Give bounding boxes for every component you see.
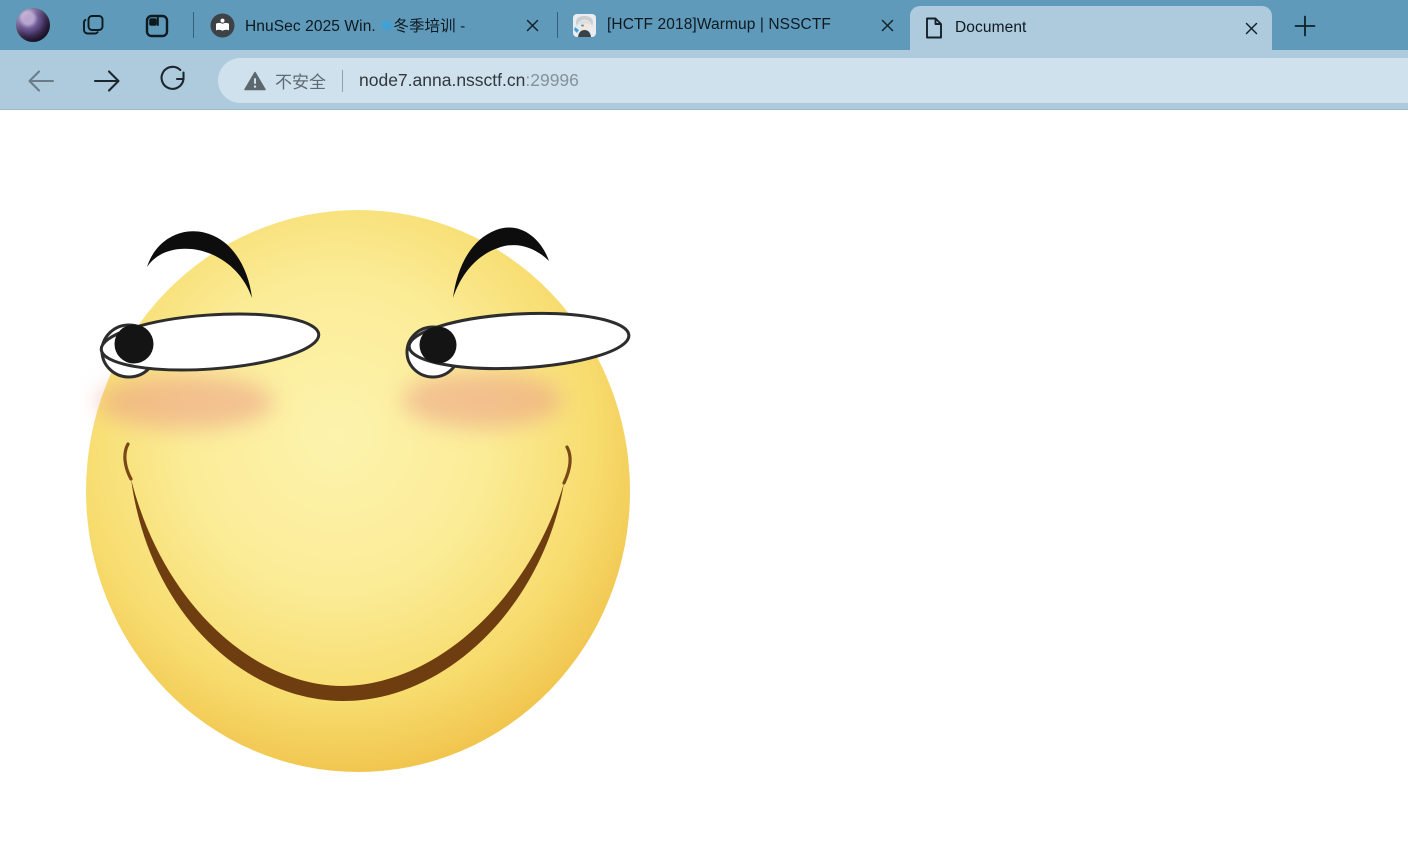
back-button[interactable] [24,64,58,98]
back-arrow-icon [24,64,58,98]
navigation-toolbar: 不安全 node7.anna.nssctf.cn :29996 [0,50,1408,110]
workspaces-button[interactable] [78,11,108,41]
close-tab-button[interactable] [1240,17,1262,39]
url-host: node7.anna.nssctf.cn [359,70,525,91]
close-icon [881,19,894,32]
tab-separator [193,12,194,38]
page-content [7,110,1408,847]
close-icon [526,19,539,32]
forward-button[interactable] [90,64,124,98]
tab-document[interactable]: Document [910,6,1272,50]
tab-layout-button[interactable] [142,11,172,41]
url-separator [342,70,343,92]
snowflake-glyph: ❄ [380,18,393,35]
profile-avatar[interactable] [16,8,50,42]
tab-hnusec[interactable]: HnuSec 2025 Win. ❄冬季培训 - [197,0,553,50]
browser-window: { "window": { "tab_bar": { "tabs": [ { "… [0,0,1408,847]
url-port: :29996 [525,70,579,91]
tab-nssctf[interactable]: [HCTF 2018]Warmup | NSSCTF [559,0,908,50]
stacked-squares-icon [80,13,106,39]
left-blush [98,375,274,429]
split-window-icon [144,13,170,39]
tab-title: Document [955,19,1232,37]
close-tab-button[interactable] [876,14,898,36]
right-blush [402,372,562,428]
nssctf-anime-avatar-icon [572,13,597,38]
security-badge[interactable]: 不安全 [244,68,326,93]
close-tab-button[interactable] [521,14,543,36]
new-tab-button[interactable] [1290,11,1320,41]
refresh-icon [156,64,190,98]
book-reader-icon [210,13,235,38]
security-label: 不安全 [275,68,326,93]
tab-bar: HnuSec 2025 Win. ❄冬季培训 - [HCTF 2018]Warm… [0,0,1408,50]
warning-triangle-icon [244,71,266,91]
address-bar[interactable]: 不安全 node7.anna.nssctf.cn :29996 [218,58,1408,103]
close-icon [1245,22,1258,35]
refresh-button[interactable] [156,64,190,98]
plus-icon [1292,13,1318,39]
tab-separator [557,12,558,38]
forward-arrow-icon [90,64,124,98]
smiley-face-image [80,200,636,780]
tab-title: HnuSec 2025 Win. ❄冬季培训 - [245,14,513,36]
left-pupil [115,325,154,364]
right-pupil [420,327,457,364]
blank-document-icon [923,16,945,40]
tab-title: [HCTF 2018]Warmup | NSSCTF [607,16,868,34]
